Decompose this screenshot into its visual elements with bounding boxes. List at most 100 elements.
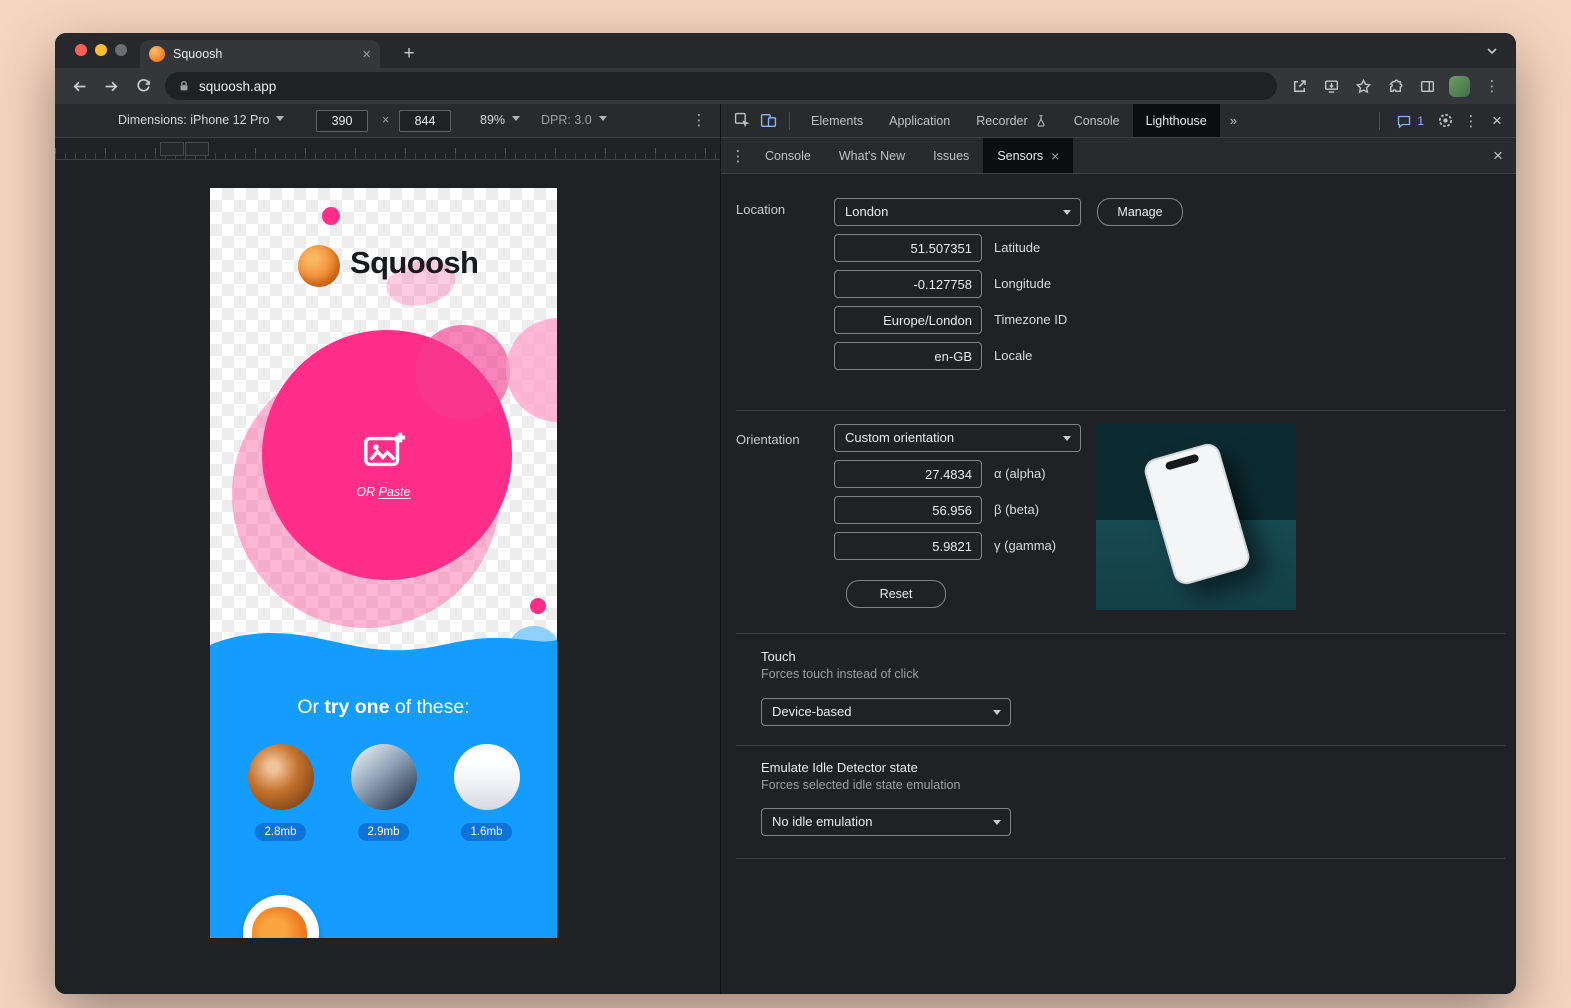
latitude-input[interactable] [834, 234, 982, 262]
device-width-input[interactable] [316, 110, 368, 132]
dpr-dropdown[interactable]: DPR: 3.0 [541, 104, 607, 137]
titlebar: Squoosh × + [55, 33, 1516, 68]
idle-detector-description: Forces selected idle state emulation [761, 778, 960, 792]
orientation-select[interactable]: Custom orientation [834, 424, 1081, 452]
horizontal-ruler [55, 138, 720, 160]
squoosh-logo: Squoosh [210, 243, 557, 295]
profile-avatar[interactable] [1449, 76, 1470, 97]
drawer-tab-issues[interactable]: Issues [919, 138, 983, 173]
toggle-device-toolbar-icon[interactable] [755, 108, 781, 134]
locale-label: Locale [994, 342, 1032, 370]
new-tab-button[interactable]: + [396, 41, 422, 67]
extensions-puzzle-icon[interactable] [1381, 72, 1409, 100]
add-image-icon[interactable] [362, 428, 408, 474]
lock-icon [177, 79, 191, 93]
drawer-tab-sensors[interactable]: Sensors × [983, 138, 1073, 173]
side-panel-icon[interactable] [1413, 72, 1441, 100]
device-height-input[interactable] [399, 110, 451, 132]
idle-emulation-select[interactable]: No idle emulation [761, 808, 1011, 836]
pink-blob-decoration [415, 325, 510, 420]
device-emulation-pane: Dimensions: iPhone 12 Pro × 89% DPR: 3.0… [55, 104, 720, 994]
location-select[interactable]: London [834, 198, 1081, 226]
gamma-input[interactable] [834, 532, 982, 560]
touch-select[interactable]: Device-based [761, 698, 1011, 726]
content-area: Dimensions: iPhone 12 Pro × 89% DPR: 3.0… [55, 104, 1516, 994]
device-toolbar-menu-icon[interactable]: ⋮ [689, 104, 709, 137]
device-toolbar: Dimensions: iPhone 12 Pro × 89% DPR: 3.0… [55, 104, 720, 138]
alpha-input[interactable] [834, 460, 982, 488]
sample-size-badge: 1.6mb [461, 823, 513, 841]
forward-button[interactable] [97, 72, 125, 100]
browser-window: Squoosh × + squoosh.app [55, 33, 1516, 994]
reset-button[interactable]: Reset [846, 580, 946, 608]
phone-3d-model [1142, 441, 1253, 587]
sample-photo-red-panda[interactable] [248, 744, 314, 810]
try-prefix: Or [297, 696, 324, 718]
try-suffix: of these: [389, 696, 469, 718]
drawer-tab-console[interactable]: Console [751, 138, 825, 173]
issues-counter-button[interactable]: 1 [1388, 113, 1432, 129]
touch-description: Forces touch instead of click [761, 667, 919, 681]
phone-notch [1165, 454, 1200, 471]
location-label: Location [736, 202, 785, 217]
timezone-label: Timezone ID [994, 306, 1067, 334]
devtools-close-icon[interactable]: × [1484, 108, 1510, 134]
browser-menu-icon[interactable]: ⋮ [1478, 72, 1506, 100]
sample-photo-workspace[interactable] [351, 744, 417, 810]
devtools-menu-icon[interactable]: ⋮ [1458, 108, 1484, 134]
address-bar[interactable]: squoosh.app [165, 72, 1277, 100]
settings-gear-icon[interactable] [1432, 108, 1458, 134]
drawer-tabbar: ⋮ Console What's New Issues Sensors × × [721, 138, 1516, 174]
drawer-close-icon[interactable]: × [1480, 138, 1516, 173]
sample-photo-phone[interactable] [454, 744, 520, 810]
tab-elements[interactable]: Elements [798, 104, 876, 137]
divider [1379, 112, 1380, 130]
paste-link[interactable]: Paste [379, 485, 411, 499]
device-dimensions-dropdown[interactable]: Dimensions: iPhone 12 Pro [118, 104, 284, 137]
beta-input[interactable] [834, 496, 982, 524]
zoom-window-button[interactable] [115, 44, 127, 56]
tab-application[interactable]: Application [876, 104, 963, 137]
tab-lighthouse[interactable]: Lighthouse [1133, 104, 1220, 137]
zoom-dropdown[interactable]: 89% [480, 104, 520, 137]
orientation-preview[interactable] [1096, 423, 1296, 610]
locale-input[interactable] [834, 342, 982, 370]
squoosh-logo-text: Squoosh [350, 245, 478, 281]
ruler-marker [185, 142, 209, 156]
inspect-element-icon[interactable] [729, 108, 755, 134]
back-button[interactable] [65, 72, 93, 100]
samples-section: Or try one of these: 2.8mb 2.9mb [210, 658, 557, 938]
bookmark-star-icon[interactable] [1349, 72, 1377, 100]
tab-recorder[interactable]: Recorder [963, 104, 1060, 137]
minimize-window-button[interactable] [95, 44, 107, 56]
section-divider [736, 858, 1505, 859]
timezone-input[interactable] [834, 306, 982, 334]
squoosh-page-viewport: Squoosh OR Paste [210, 188, 557, 938]
feedback-bubble-icon [1396, 113, 1412, 129]
drawer-menu-icon[interactable]: ⋮ [725, 138, 751, 173]
browser-toolbar: squoosh.app ⋮ [55, 68, 1516, 104]
open-in-new-icon[interactable] [1285, 72, 1313, 100]
reload-button[interactable] [129, 72, 157, 100]
divider [789, 112, 790, 130]
orientation-label: Orientation [736, 432, 800, 447]
tab-close-icon[interactable]: × [362, 47, 371, 62]
manage-button[interactable]: Manage [1097, 198, 1183, 226]
or-paste-line: OR Paste [210, 485, 557, 499]
more-tabs-icon[interactable]: » [1220, 113, 1247, 128]
zoom-value: 89% [480, 113, 505, 127]
tab-search-chevron-icon[interactable] [1484, 43, 1500, 59]
gamma-label: γ (gamma) [994, 532, 1056, 560]
tab-console[interactable]: Console [1061, 104, 1133, 137]
close-sensors-tab-icon[interactable]: × [1051, 138, 1059, 174]
devtools-main-tabbar: Elements Application Recorder Console Li… [721, 104, 1516, 138]
sample-images-row: 2.8mb 2.9mb 1.6mb [210, 744, 557, 841]
drawer-tab-whats-new[interactable]: What's New [825, 138, 919, 173]
install-app-icon[interactable] [1317, 72, 1345, 100]
tab-recorder-label: Recorder [976, 104, 1027, 138]
url-text: squoosh.app [199, 79, 276, 94]
close-window-button[interactable] [75, 44, 87, 56]
longitude-input[interactable] [834, 270, 982, 298]
chevron-down-icon [599, 116, 607, 125]
browser-tab[interactable]: Squoosh × [140, 40, 380, 68]
